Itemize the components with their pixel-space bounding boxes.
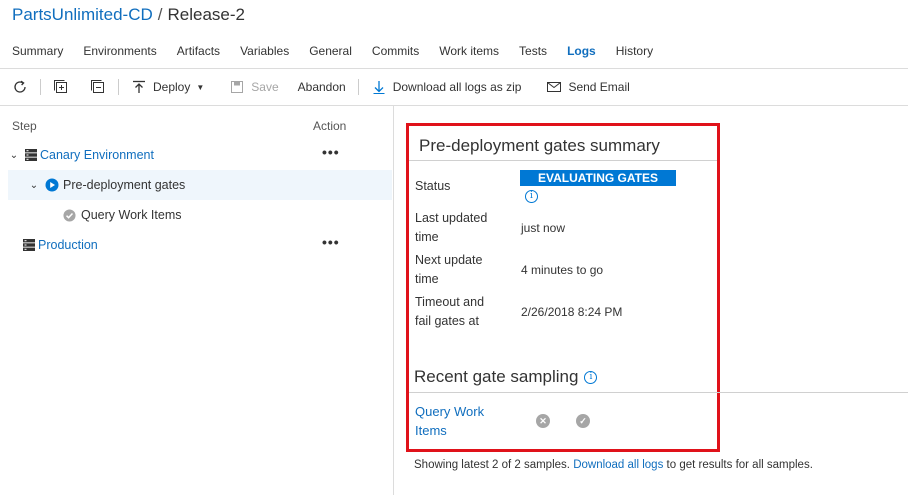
deploy-label: Deploy — [153, 80, 191, 94]
toolbar-spacer — [216, 79, 217, 95]
download-logs-button[interactable]: Download all logs as zip — [371, 79, 522, 95]
collapse-all-button[interactable] — [90, 79, 106, 95]
expand-all-button[interactable] — [53, 79, 69, 95]
next-update-label-line1: Next update — [415, 253, 483, 267]
gate-query-work-items-link[interactable]: Query Work Items — [415, 402, 515, 440]
production-actions-button[interactable]: ••• — [322, 234, 340, 250]
status-badge: EVALUATING GATES — [520, 170, 676, 186]
abandon-button[interactable]: Abandon — [298, 80, 346, 94]
save-button[interactable]: Save — [229, 79, 279, 95]
timeout-label-line2: fail gates at — [415, 314, 479, 328]
release-tabs: Summary Environments Artifacts Variables… — [12, 43, 673, 59]
canary-actions-button[interactable]: ••• — [322, 144, 340, 160]
expand-all-icon — [54, 80, 67, 93]
tab-environments[interactable]: Environments — [83, 43, 156, 59]
divider — [409, 160, 717, 161]
recent-sampling-title-text: Recent gate sampling — [414, 367, 579, 386]
tab-commits[interactable]: Commits — [372, 43, 419, 59]
info-icon[interactable]: i — [525, 190, 538, 203]
server-icon — [23, 239, 35, 251]
project-link[interactable]: PartsUnlimited-CD — [12, 5, 153, 24]
abandon-label: Abandon — [297, 80, 346, 94]
save-label: Save — [251, 80, 279, 94]
tree-item-pre-deployment-gates[interactable]: ⌄ Pre-deployment gates — [8, 170, 392, 200]
save-icon — [231, 81, 244, 93]
deploy-icon — [133, 80, 145, 93]
tab-general[interactable]: General — [309, 43, 352, 59]
canary-environment-label[interactable]: Canary Environment — [40, 148, 154, 162]
deploy-button[interactable]: Deploy ▼ — [131, 79, 204, 95]
next-update-label-line2: time — [415, 272, 439, 286]
recent-sampling-title: Recent gate sampling i — [414, 367, 598, 387]
timeout-value: 2/26/2018 8:24 PM — [521, 305, 623, 319]
tab-history[interactable]: History — [616, 43, 653, 59]
toolbar: Deploy ▼ Save Abandon Download all logs … — [0, 69, 908, 105]
last-updated-label: Last updated time — [415, 209, 487, 247]
tab-summary[interactable]: Summary — [12, 43, 63, 59]
action-column-header: Action — [313, 119, 347, 133]
timeout-label-line1: Timeout and — [415, 295, 485, 309]
toolbar-spacer — [288, 79, 289, 95]
step-column-header: Step — [12, 119, 37, 133]
refresh-button[interactable] — [12, 79, 28, 95]
next-update-value: 4 minutes to go — [521, 263, 604, 277]
tab-work-items[interactable]: Work items — [439, 43, 499, 59]
timeout-label: Timeout and fail gates at — [415, 293, 484, 331]
divider — [409, 392, 908, 393]
toolbar-separator — [357, 79, 359, 95]
last-updated-label-line2: time — [415, 230, 439, 244]
download-icon — [373, 81, 385, 94]
gates-summary-title: Pre-deployment gates summary — [419, 136, 660, 155]
tab-tests[interactable]: Tests — [519, 43, 547, 59]
collapse-all-icon — [91, 80, 104, 93]
info-icon[interactable]: i — [584, 370, 598, 384]
server-icon — [25, 149, 37, 161]
samples-note-suffix: to get results for all samples. — [666, 459, 813, 471]
gate-name-line2: Items — [415, 423, 447, 438]
steps-panel: Step Action ⌄ Canary Environment ••• ⌄ P… — [0, 106, 393, 495]
toolbar-separator — [118, 79, 119, 95]
breadcrumb: PartsUnlimited-CD / Release-2 — [12, 4, 245, 26]
status-label: Status — [415, 179, 451, 193]
gate-name-line1: Query Work — [415, 404, 485, 419]
tree-item-query-work-items[interactable]: Query Work Items — [8, 200, 392, 230]
x-circle-icon[interactable]: ✕ — [536, 414, 550, 428]
query-work-items-label: Query Work Items — [81, 208, 182, 222]
toolbar-spacer — [533, 79, 534, 95]
samples-note-prefix: Showing latest 2 of 2 samples. — [414, 459, 570, 471]
last-updated-label-line1: Last updated — [415, 211, 488, 225]
send-email-button[interactable]: Send Email — [546, 79, 630, 95]
play-circle-icon — [45, 178, 59, 192]
release-title: Release-2 — [167, 5, 245, 24]
breadcrumb-separator: / — [157, 5, 163, 24]
next-update-label: Next update time — [415, 251, 482, 289]
samples-note: Showing latest 2 of 2 samples. Download … — [414, 459, 813, 471]
last-updated-value: just now — [521, 221, 566, 235]
chevron-down-icon: ▼ — [196, 82, 205, 92]
production-environment-label[interactable]: Production — [38, 238, 98, 252]
tab-artifacts[interactable]: Artifacts — [177, 43, 220, 59]
toolbar-spacer — [79, 79, 80, 95]
email-icon — [547, 82, 562, 92]
chevron-down-icon[interactable]: ⌄ — [8, 150, 20, 161]
download-all-logs-link[interactable]: Download all logs — [573, 459, 663, 471]
tab-logs[interactable]: Logs — [567, 43, 596, 59]
tab-variables[interactable]: Variables — [240, 43, 289, 59]
check-circle-icon — [63, 208, 76, 222]
panel-divider[interactable] — [393, 106, 394, 495]
check-circle-icon[interactable]: ✓ — [576, 414, 590, 428]
toolbar-separator — [40, 79, 41, 95]
chevron-down-icon[interactable]: ⌄ — [28, 180, 40, 191]
pre-deployment-gates-label: Pre-deployment gates — [63, 178, 186, 192]
refresh-icon — [14, 80, 26, 93]
email-label: Send Email — [568, 80, 630, 94]
download-label: Download all logs as zip — [392, 80, 522, 94]
